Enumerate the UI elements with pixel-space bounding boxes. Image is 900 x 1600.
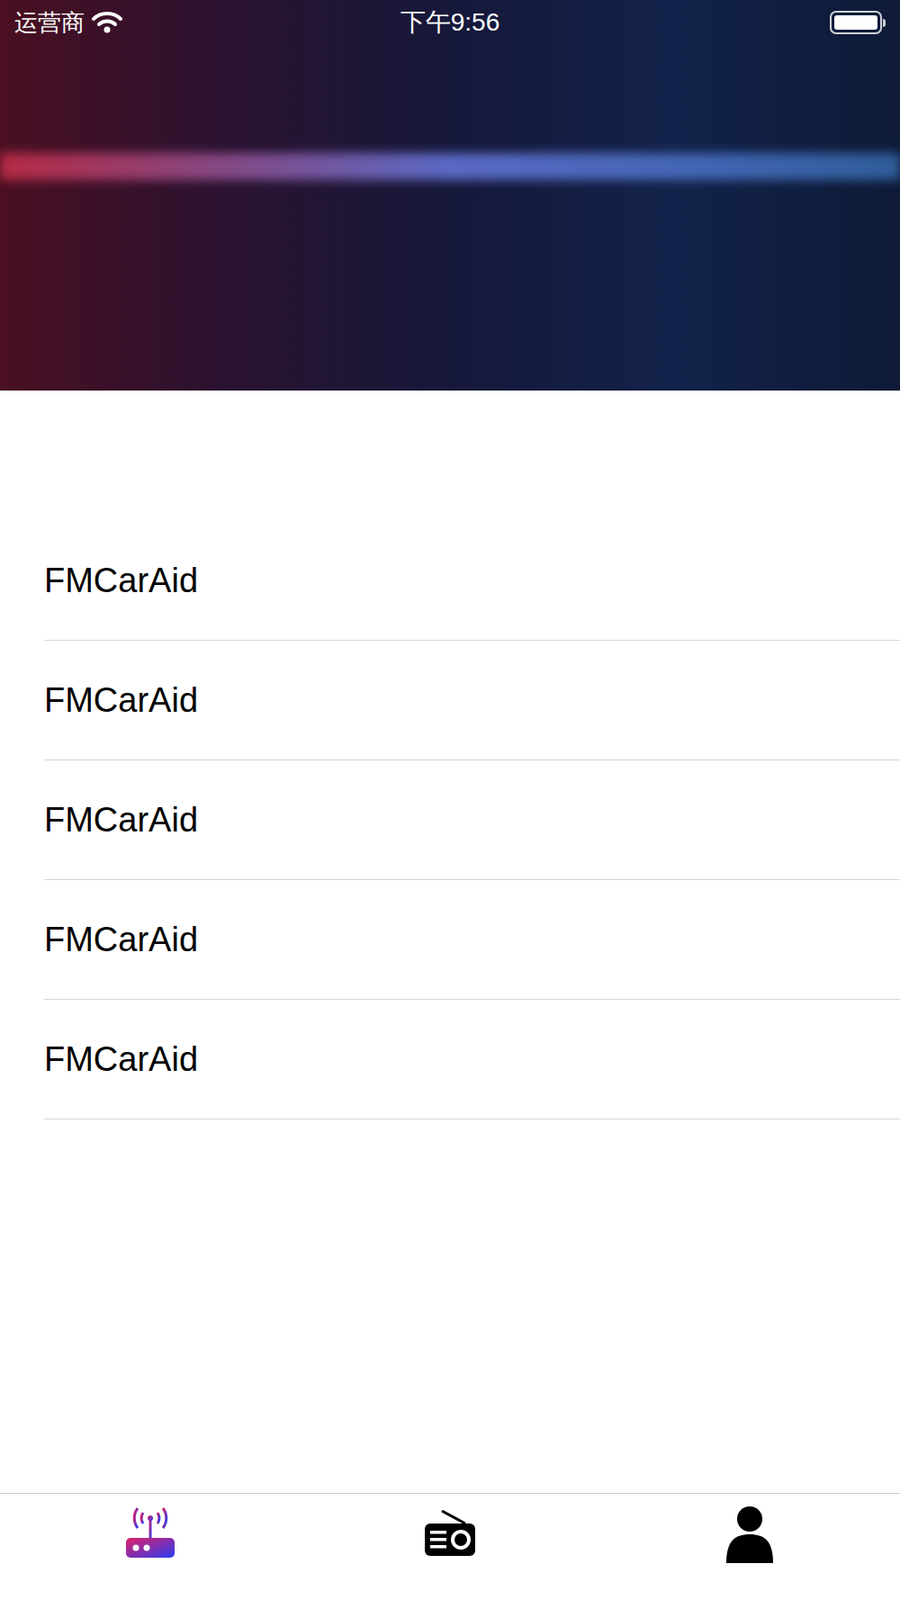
list-row[interactable]: FMCarAid xyxy=(0,760,900,881)
device-list: FMCarAid FMCarAid FMCarAid FMCarAid FMCarAid xyxy=(0,521,900,1120)
router-icon xyxy=(122,1505,179,1562)
tab-bar xyxy=(0,1493,900,1600)
radio-icon xyxy=(422,1505,478,1562)
tab-item[interactable] xyxy=(299,1494,600,1600)
carrier-label: 运营商 xyxy=(14,5,85,41)
clock: 下午9:56 xyxy=(400,3,501,42)
status-bar: 运营商 下午9:56 xyxy=(0,0,900,45)
row-title: FMCarAid xyxy=(44,555,198,607)
row-title: FMCarAid xyxy=(44,1034,198,1086)
tab-item[interactable] xyxy=(600,1494,900,1600)
tab-item[interactable] xyxy=(0,1494,300,1600)
list-row[interactable]: FMCarAid xyxy=(0,880,900,1000)
header-photo: 运营商 下午9:56 xyxy=(0,0,900,391)
profile-icon xyxy=(721,1505,778,1566)
wifi-icon xyxy=(91,10,123,35)
battery-icon xyxy=(829,10,886,35)
list-row[interactable]: FMCarAid xyxy=(0,521,900,641)
row-title: FMCarAid xyxy=(44,675,198,727)
row-title: FMCarAid xyxy=(44,914,198,966)
list-row[interactable]: FMCarAid xyxy=(0,999,900,1120)
list-row[interactable]: FMCarAid xyxy=(0,640,900,761)
row-title: FMCarAid xyxy=(44,794,198,846)
